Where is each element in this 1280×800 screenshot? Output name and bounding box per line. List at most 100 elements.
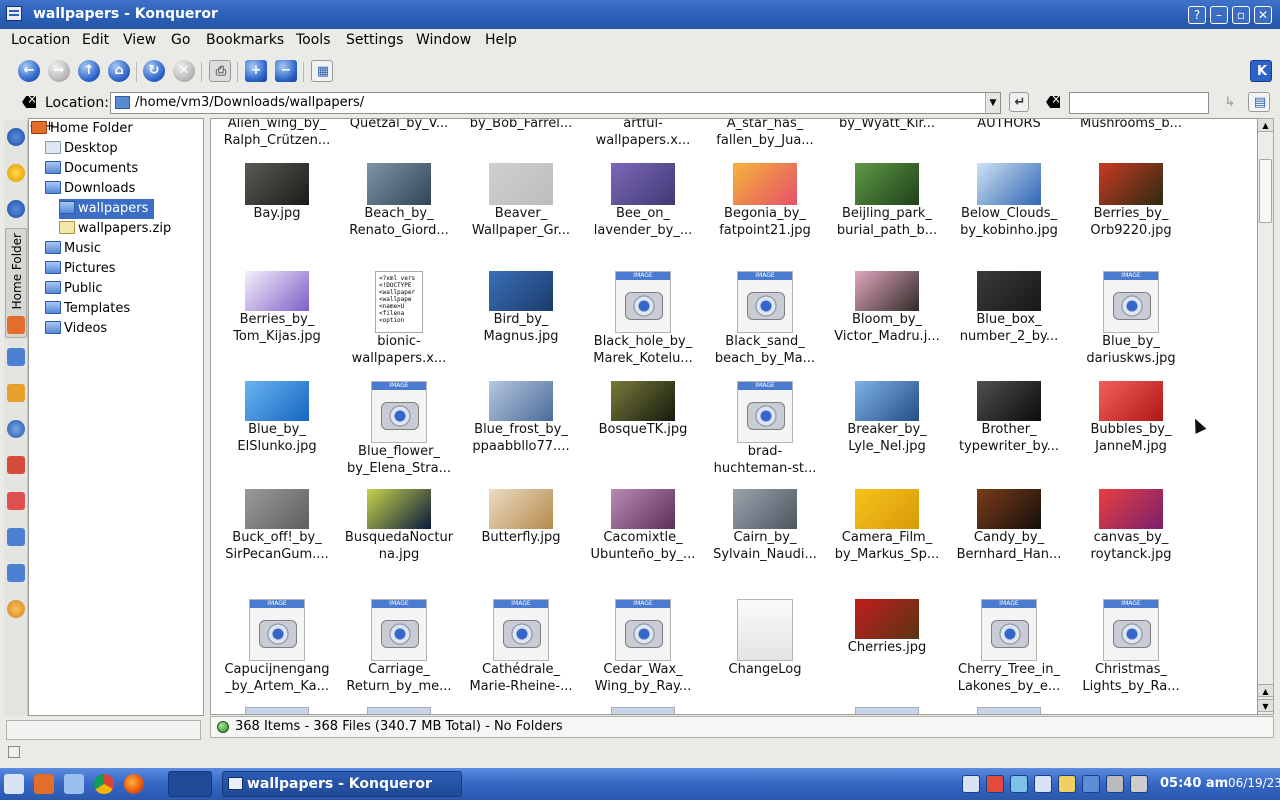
network-tab-icon[interactable] — [7, 420, 25, 438]
taskbar-konqueror-task[interactable]: wallpapers - Konqueror — [222, 771, 462, 797]
file-item[interactable]: Cacomixtle_ Ubunteño_by_... — [587, 489, 699, 563]
tree-item-music[interactable]: Music — [45, 239, 101, 259]
klipper-tray-icon[interactable] — [962, 775, 980, 793]
documents-tab-icon[interactable] — [7, 564, 25, 582]
menu-edit[interactable]: Edit — [82, 32, 109, 48]
help-title-button[interactable]: ? — [1188, 6, 1206, 24]
home-launcher-icon[interactable] — [34, 774, 54, 794]
file-item[interactable]: Berries_by_ Tom_Kijas.jpg — [221, 271, 333, 345]
clock-time[interactable]: 05:40 am — [1160, 776, 1228, 791]
scroll-up-arrow[interactable]: ▲ — [1258, 119, 1273, 132]
monitor-tray-icon[interactable] — [1082, 775, 1100, 793]
partial-file-icon[interactable] — [245, 707, 309, 714]
konqueror-window-icon[interactable] — [6, 6, 22, 21]
menu-go[interactable]: Go — [171, 32, 190, 48]
minimize-button[interactable]: – — [1210, 6, 1228, 24]
root-folder-tab-icon[interactable] — [7, 456, 25, 474]
file-item[interactable]: Butterfly.jpg — [465, 489, 577, 546]
file-item[interactable]: canvas_by_ roytanck.jpg — [1075, 489, 1187, 563]
file-item[interactable]: Below_Clouds_ by_kobinho.jpg — [953, 163, 1065, 239]
settings-tab-icon[interactable] — [7, 600, 25, 618]
sound-tray-icon[interactable] — [1106, 775, 1124, 793]
file-item[interactable]: ChangeLog — [709, 599, 821, 678]
file-item[interactable]: Beach_by_ Renato_Giord... — [343, 163, 455, 239]
file-item[interactable]: Mushrooms_b... — [1075, 119, 1187, 132]
maximize-button[interactable]: ▫ — [1232, 6, 1250, 24]
scroll-up-arrow-bottom[interactable]: ▲ — [1258, 684, 1273, 697]
settings-tray-icon[interactable] — [1130, 775, 1148, 793]
file-item[interactable]: Bay.jpg — [221, 163, 333, 222]
partial-file-icon[interactable] — [367, 707, 431, 714]
view-mode-button[interactable]: ▦ — [311, 60, 333, 82]
menu-location[interactable]: Location — [11, 32, 70, 48]
file-item[interactable]: artful-wallpapers.x... — [587, 119, 699, 149]
folder-tab-icon[interactable] — [7, 348, 25, 366]
firefox-launcher-icon[interactable] — [124, 774, 144, 794]
file-item[interactable]: Carriage_ Return_by_me... — [343, 599, 455, 695]
search-go-button[interactable]: ↳ — [1218, 92, 1240, 112]
tree-item-videos[interactable]: Videos — [45, 319, 107, 339]
stop-button[interactable]: ✕ — [173, 60, 195, 82]
file-item[interactable]: Bloom_by_ Victor_Madru.j... — [831, 271, 943, 345]
location-input[interactable]: /home/vm3/Downloads/wallpapers/ ▼ — [110, 92, 1001, 114]
file-item[interactable]: A_star_has_ fallen_by_Jua... — [709, 119, 821, 149]
file-item[interactable]: Candy_by_ Bernhard_Han... — [953, 489, 1065, 563]
clear-search-icon[interactable] — [1046, 96, 1060, 108]
file-item[interactable]: Cathédrale_ Marie-Rheine-... — [465, 599, 577, 695]
file-item[interactable]: Beijling_park_ burial_path_b... — [831, 163, 943, 239]
split-view-indicator-icon[interactable] — [8, 746, 20, 758]
partial-file-icon[interactable] — [855, 707, 919, 714]
network-tray-icon[interactable] — [1010, 775, 1028, 793]
show-desktop-button[interactable] — [168, 771, 212, 797]
file-item[interactable]: Quetzal_by_V... — [343, 119, 455, 132]
file-item[interactable]: Black_sand_ beach_by_Ma... — [709, 271, 821, 367]
location-dropdown-arrow[interactable]: ▼ — [985, 93, 1000, 113]
tree-item-wallpapers-zip[interactable]: wallpapers.zip — [59, 219, 171, 239]
file-item[interactable]: Buck_off!_by_ SirPecanGum.... — [221, 489, 333, 563]
tree-item-templates[interactable]: Templates — [45, 299, 130, 319]
network-launcher-icon[interactable] — [64, 774, 84, 794]
display-tray-icon[interactable] — [1034, 775, 1052, 793]
file-item[interactable]: Blue_by_ ElSlunko.jpg — [221, 381, 333, 455]
file-item[interactable]: Camera_Film_ by_Markus_Sp... — [831, 489, 943, 563]
file-item[interactable]: Alien_wing_by_ Ralph_Crützen... — [221, 119, 333, 149]
file-item[interactable]: Beaver_ Wallpaper_Gr... — [465, 163, 577, 239]
clock-date[interactable]: 06/19/23 — [1228, 776, 1280, 790]
file-item[interactable]: Cedar_Wax_ Wing_by_Ray... — [587, 599, 699, 695]
clear-location-icon[interactable] — [22, 96, 36, 108]
print-button[interactable]: ⎙ — [209, 60, 231, 82]
file-item[interactable]: BosqueTK.jpg — [587, 381, 699, 438]
menu-view[interactable]: View — [123, 32, 156, 48]
file-item[interactable]: <?xml vers <!DOCTYPE <wallpaper <wallpape <… — [343, 271, 455, 367]
file-item[interactable]: Blue_flower_ by_Elena_Stra... — [343, 381, 455, 477]
history-icon[interactable] — [7, 200, 25, 218]
zoom-in-button[interactable]: + — [245, 60, 267, 82]
up-button[interactable]: ↑ — [78, 60, 100, 82]
file-item[interactable]: Bird_by_ Magnus.jpg — [465, 271, 577, 345]
go-button[interactable]: ↵ — [1009, 92, 1029, 112]
file-item[interactable]: AUTHORS — [953, 119, 1065, 132]
scroll-down-arrow[interactable]: ▼ — [1258, 699, 1273, 712]
chrome-launcher-icon[interactable] — [94, 774, 114, 794]
tree-item-downloads[interactable]: Downloads — [45, 179, 135, 199]
menu-bookmarks[interactable]: Bookmarks — [206, 32, 284, 48]
scrollbar-thumb[interactable] — [1259, 159, 1272, 223]
vertical-scrollbar[interactable]: ▲ ▲ ▼ — [1258, 118, 1274, 715]
file-item[interactable]: Brother_ typewriter_by... — [953, 381, 1065, 455]
file-item[interactable]: Blue_frost_by_ ppaabbllo77.... — [465, 381, 577, 455]
power-tray-icon[interactable] — [1058, 775, 1076, 793]
file-item[interactable]: Begonia_by_ fatpoint21.jpg — [709, 163, 821, 239]
bookmarks-star-icon[interactable] — [7, 164, 25, 182]
file-item[interactable]: Bubbles_by_ JanneM.jpg — [1075, 381, 1187, 455]
file-item[interactable]: Berries_by_ Orb9220.jpg — [1075, 163, 1187, 239]
file-item[interactable]: Christmas_ Lights_by_Ra... — [1075, 599, 1187, 695]
reload-button[interactable]: ↻ — [143, 60, 165, 82]
close-button[interactable]: ✕ — [1254, 6, 1272, 24]
file-item[interactable]: Blue_by_ dariuskws.jpg — [1075, 271, 1187, 367]
back-button[interactable]: ← — [18, 60, 40, 82]
tree-item-wallpapers[interactable]: wallpapers — [59, 199, 155, 219]
file-item[interactable]: by_Bob_Farrel... — [465, 119, 577, 132]
update-tray-icon[interactable] — [986, 775, 1004, 793]
start-menu-icon[interactable] — [4, 774, 24, 794]
file-item[interactable]: brad-huchteman-st... — [709, 381, 821, 477]
